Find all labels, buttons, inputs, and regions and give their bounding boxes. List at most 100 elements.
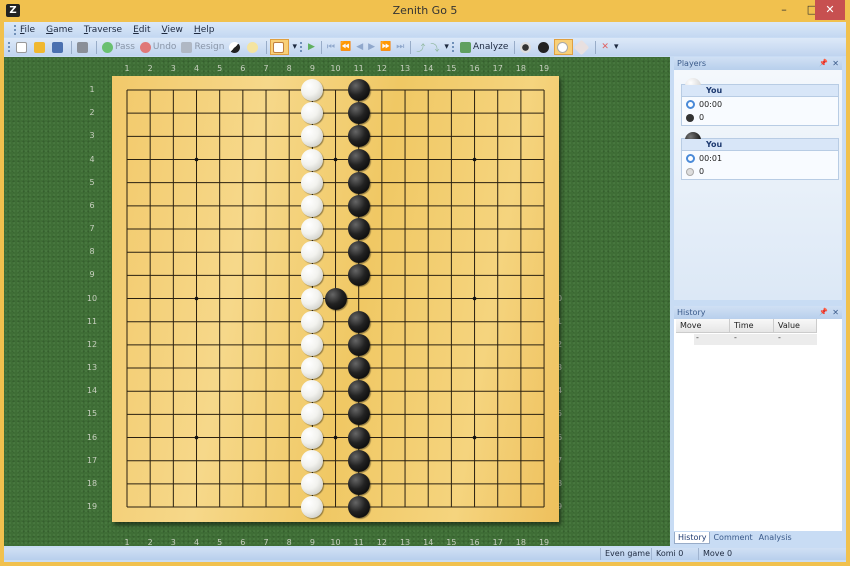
black-player-captures: 0 xyxy=(699,167,705,176)
toolbar-grip[interactable] xyxy=(299,42,302,52)
column-label: 10 xyxy=(330,538,341,547)
black-stone[interactable] xyxy=(347,357,370,380)
black-stone[interactable] xyxy=(347,310,370,333)
back-fast-button[interactable]: ⏪ xyxy=(338,39,353,55)
tab-analysis[interactable]: Analysis xyxy=(756,532,795,544)
column-label: 2 xyxy=(147,538,153,547)
back-button[interactable]: ◀ xyxy=(354,39,365,55)
undo-button[interactable]: Undo xyxy=(138,39,179,55)
clock-icon xyxy=(686,154,695,163)
row-label: 3 xyxy=(89,131,95,141)
black-stone[interactable] xyxy=(347,79,370,101)
black-player-name: You xyxy=(682,139,838,151)
black-stone[interactable] xyxy=(347,218,370,241)
black-stone[interactable] xyxy=(347,148,370,171)
white-stone[interactable] xyxy=(301,287,324,310)
variation-up-button[interactable]: ⤴ xyxy=(414,39,427,55)
undo-label: Undo xyxy=(152,42,177,52)
menu-grip[interactable] xyxy=(14,24,16,35)
toolbar-overflow[interactable]: ▾ xyxy=(612,39,621,55)
tab-history[interactable]: History xyxy=(674,532,711,544)
menu-view[interactable]: View xyxy=(162,25,183,35)
history-cell[interactable]: - xyxy=(774,334,817,345)
hint-button[interactable] xyxy=(245,39,262,55)
play-button[interactable]: ▶ xyxy=(306,39,317,55)
go-board[interactable] xyxy=(112,76,559,522)
toolbar-overflow[interactable]: ▾ xyxy=(442,39,451,55)
menu-game[interactable]: Game xyxy=(46,25,73,35)
column-label: 13 xyxy=(399,538,411,547)
last-move-button[interactable]: ⏭ xyxy=(394,39,406,55)
black-stone[interactable] xyxy=(347,241,370,264)
white-stone[interactable] xyxy=(301,449,324,472)
forward-fast-button[interactable]: ⏩ xyxy=(378,39,393,55)
pin-icon[interactable]: 📌 xyxy=(819,306,828,319)
open-button[interactable] xyxy=(32,39,49,55)
history-cell[interactable]: - xyxy=(730,334,774,345)
black-stone[interactable] xyxy=(347,333,370,356)
eraser-button[interactable] xyxy=(574,39,591,55)
row-label: 10 xyxy=(86,293,98,303)
new-button[interactable] xyxy=(14,39,31,55)
white-stone[interactable] xyxy=(301,171,324,194)
first-move-button[interactable]: ⏮ xyxy=(325,39,337,55)
black-stone[interactable] xyxy=(347,380,370,403)
minimize-button[interactable]: – xyxy=(770,0,798,20)
toolbar-separator xyxy=(595,40,597,54)
toolbar-overflow[interactable]: ▾ xyxy=(290,39,299,55)
save-button[interactable] xyxy=(50,39,67,55)
stones-icon xyxy=(520,41,532,53)
white-player-captures: 0 xyxy=(699,113,705,122)
variation-down-button[interactable]: ⤵ xyxy=(428,39,441,55)
close-panel-icon[interactable]: ✕ xyxy=(832,57,839,70)
column-label: 19 xyxy=(538,538,550,547)
black-stone[interactable] xyxy=(347,472,370,495)
print-button[interactable] xyxy=(75,39,92,55)
toolbar-grip[interactable] xyxy=(451,42,454,52)
white-stone-icon xyxy=(557,41,569,53)
white-stone-button[interactable] xyxy=(554,39,574,55)
black-stone[interactable] xyxy=(347,264,370,287)
stones-button[interactable] xyxy=(518,39,535,55)
star-point xyxy=(194,157,199,162)
menu-traverse[interactable]: Traverse xyxy=(84,25,122,35)
black-stone[interactable] xyxy=(347,194,370,217)
close-button[interactable]: ✕ xyxy=(815,0,845,20)
analyze-button[interactable]: Analyze xyxy=(458,39,510,55)
star-point xyxy=(472,435,477,440)
pass-button[interactable]: Pass xyxy=(100,39,137,55)
white-stone[interactable] xyxy=(301,426,324,449)
toolbar-grip[interactable] xyxy=(8,42,10,52)
toolbar-separator xyxy=(410,40,412,54)
black-stone[interactable] xyxy=(347,449,370,472)
black-stone[interactable] xyxy=(347,426,370,449)
players-panel-header: Players 📌 ✕ xyxy=(674,57,842,70)
black-stone-button[interactable] xyxy=(536,39,553,55)
resign-button[interactable]: Resign xyxy=(179,39,226,55)
white-stone[interactable] xyxy=(301,310,324,333)
menu-file[interactable]: File xyxy=(20,25,35,35)
column-label: 14 xyxy=(423,64,434,73)
column-header-move[interactable]: Move xyxy=(676,319,730,333)
black-stone[interactable] xyxy=(347,102,370,125)
black-stone[interactable] xyxy=(347,496,370,519)
printer-icon xyxy=(77,41,88,53)
menu-help[interactable]: Help xyxy=(194,25,215,35)
black-stone[interactable] xyxy=(324,287,347,310)
black-stone[interactable] xyxy=(347,171,370,194)
board-toggle-button[interactable] xyxy=(270,39,290,55)
eraser-icon xyxy=(574,39,590,55)
close-panel-icon[interactable]: ✕ xyxy=(832,306,839,319)
history-cell[interactable]: - xyxy=(694,334,730,345)
black-stone[interactable] xyxy=(347,403,370,426)
white-stone[interactable] xyxy=(301,148,324,171)
forward-button[interactable]: ▶ xyxy=(366,39,377,55)
menu-edit[interactable]: Edit xyxy=(133,25,150,35)
tab-comment[interactable]: Comment xyxy=(710,532,755,544)
pin-icon[interactable]: 📌 xyxy=(819,57,828,70)
score-button[interactable] xyxy=(227,39,244,55)
column-header-value[interactable]: Value xyxy=(774,319,817,333)
black-stone[interactable] xyxy=(347,125,370,148)
delete-button[interactable]: ✕ xyxy=(599,39,611,55)
column-header-time[interactable]: Time xyxy=(730,319,774,333)
